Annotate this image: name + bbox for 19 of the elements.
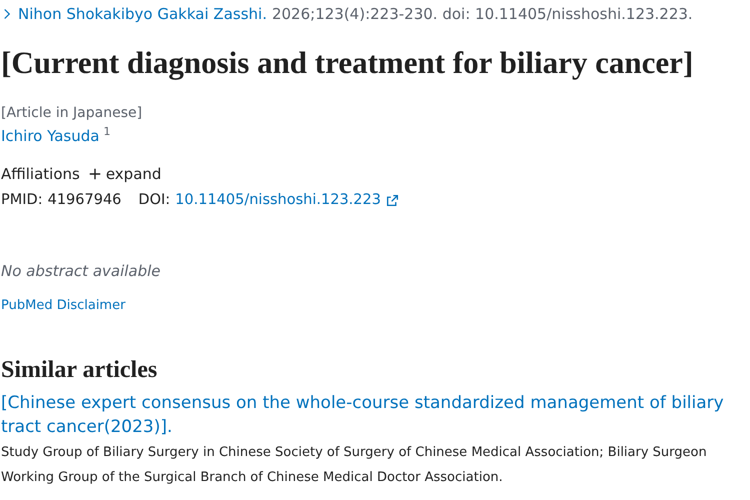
- plus-icon: [88, 167, 102, 182]
- expand-toggle[interactable]: expand: [88, 165, 162, 184]
- doi-link[interactable]: 10.11405/nisshoshi.123.223: [175, 192, 381, 208]
- similar-article-link[interactable]: [Chinese expert consensus on the whole-course standardized management of biliary tract cancer(2023)].: [1, 390, 749, 439]
- similar-article-authors: Study Group of Biliary Surgery in Chinese Society of Surgery of Chinese Medical Association; Biliary Surgeon Working Group of the Surgical Branch of Chinese Medical Doctor Association.: [1, 444, 708, 487]
- external-link-icon: [386, 194, 399, 207]
- citation-details: 2026;123(4):223-230. doi: 10.11405/nisshoshi.123.223.: [272, 5, 693, 23]
- disclaimer-link[interactable]: PubMed Disclaimer: [1, 298, 126, 318]
- affiliation-number: 1: [103, 124, 110, 140]
- language-note: [Article in Japanese]: [1, 104, 144, 124]
- affiliations-label: Affiliations: [1, 165, 80, 184]
- article-title: [Current diagnosis and treatment for biliary cancer]: [1, 46, 694, 80]
- journal-link[interactable]: Nihon Shokakibyo Gakkai Zasshi.: [1, 5, 267, 23]
- author-link[interactable]: Ichiro Yasuda: [1, 124, 100, 148]
- doi-label: DOI:: [138, 192, 170, 208]
- section-heading: Similar articles: [1, 356, 158, 385]
- pmid-value: 41967946: [48, 192, 122, 208]
- no-abstract-note: No abstract available: [1, 262, 162, 282]
- pmid-label: PMID:: [1, 192, 43, 208]
